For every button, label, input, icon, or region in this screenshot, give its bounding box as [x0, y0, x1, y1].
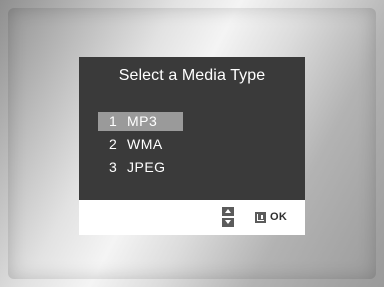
menu-item-label: JPEG [127, 159, 166, 175]
up-arrow-icon [222, 207, 234, 216]
menu-item-number: 2 [109, 136, 117, 152]
menu-item-number: 1 [109, 113, 117, 129]
menu-item-label: WMA [127, 136, 163, 152]
dialog-body: Select a Media Type 1 MP3 2 WMA 3 JPEG [79, 57, 305, 200]
dialog-footer: OK [79, 200, 305, 235]
enter-icon [255, 212, 266, 223]
dialog-title: Select a Media Type [118, 67, 266, 84]
media-type-menu: 1 MP3 2 WMA 3 JPEG [98, 112, 258, 181]
ok-hint-label: OK [270, 211, 288, 223]
media-type-dialog: Select a Media Type 1 MP3 2 WMA 3 JPEG O… [79, 57, 305, 235]
menu-item-jpeg[interactable]: 3 JPEG [98, 158, 183, 177]
down-arrow-icon [222, 218, 234, 227]
up-down-arrows-icon [222, 207, 234, 227]
menu-item-mp3[interactable]: 1 MP3 [98, 112, 183, 131]
menu-item-wma[interactable]: 2 WMA [98, 135, 183, 154]
menu-item-label: MP3 [127, 113, 158, 129]
menu-item-number: 3 [109, 159, 117, 175]
